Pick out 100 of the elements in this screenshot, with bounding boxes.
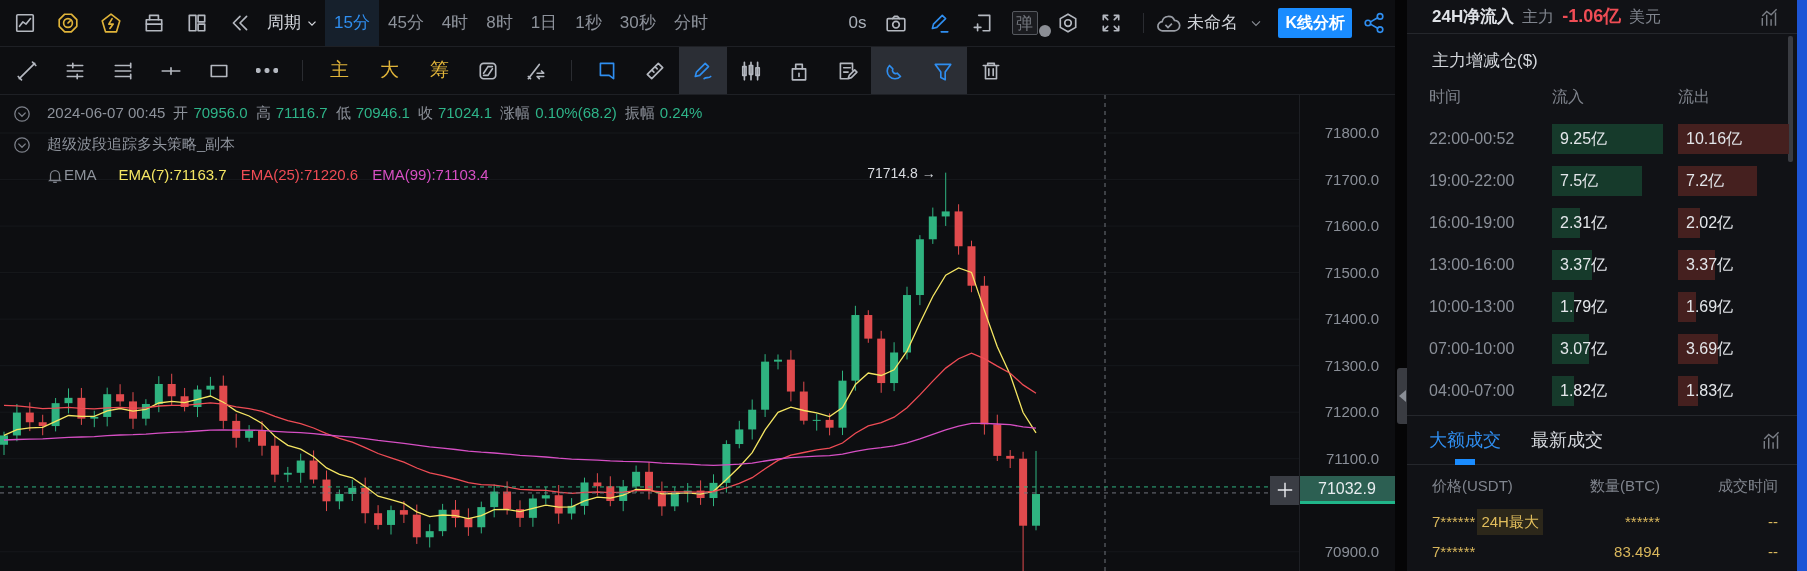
candlestick: [696, 479, 705, 506]
max-tag: 24H最大: [1477, 508, 1543, 536]
candlestick: [632, 465, 641, 494]
candlestick: [90, 410, 99, 428]
candlestick: [322, 470, 331, 512]
pen-icon: [692, 59, 714, 82]
filter-button[interactable]: [919, 47, 967, 94]
period-dropdown[interactable]: 周期: [261, 0, 325, 46]
panel-title: 24H净流入: [1432, 5, 1515, 28]
candlestick: [399, 500, 408, 524]
chevron-icon: [13, 135, 31, 154]
interval-tab[interactable]: 15分: [325, 0, 379, 46]
time-range: 16:00-19:00: [1429, 213, 1516, 233]
candlestick: [915, 234, 924, 306]
strategy-name: 超级波段追踪多头策略_副本: [47, 134, 236, 155]
candlestick: [528, 493, 537, 528]
candlestick: [0, 431, 8, 456]
time-range: 07:00-10:00: [1429, 339, 1516, 359]
net-flow-amount: -1.06亿: [1562, 5, 1622, 28]
quote-value: 0.10%(68.2): [535, 103, 617, 124]
time-range: 04:00-07:00: [1429, 381, 1516, 401]
price-tick: 71400.0: [1324, 310, 1379, 329]
candlestick: [438, 503, 447, 537]
trades-tab[interactable]: 最新成交: [1531, 415, 1603, 465]
ema-value: EMA(25):71220.6: [240, 165, 359, 186]
quote-label: 低: [335, 103, 351, 124]
price-tick: 71700.0: [1324, 170, 1379, 189]
candlestick: [670, 486, 679, 512]
interval-tab[interactable]: 4时: [432, 0, 478, 46]
quote-label: 开: [173, 103, 189, 124]
trade-time: --: [1767, 541, 1778, 562]
interval-tab[interactable]: 30秒: [610, 0, 665, 46]
candlestick: [51, 397, 60, 432]
candlestick: [735, 420, 744, 449]
trash-icon: [980, 59, 1002, 82]
outflow-value: 10.16亿: [1678, 124, 1789, 154]
popup-toggle-label: 弹: [1011, 11, 1038, 35]
candlestick: [38, 414, 47, 436]
candlestick: [270, 435, 279, 483]
candlestick: [503, 480, 512, 516]
trades-tab[interactable]: 大额成交: [1429, 415, 1501, 465]
scrollbar[interactable]: [1788, 36, 1793, 162]
column-header: 成交时间: [1717, 475, 1778, 496]
add-alert-button[interactable]: [1270, 475, 1299, 505]
interval-tab[interactable]: 1秒: [566, 0, 611, 46]
price-tick: 71500.0: [1324, 263, 1379, 282]
candlestick: [748, 399, 757, 440]
more-icon: [256, 68, 278, 73]
candlestick: [1006, 449, 1015, 469]
bolt-icon: [99, 12, 122, 34]
candlestick: [967, 240, 976, 293]
ema-value: EMA(7):71163.7: [118, 165, 227, 186]
interval-tab[interactable]: 1日: [521, 0, 567, 46]
quote-value: 0.24%: [659, 103, 703, 124]
candlestick: [954, 203, 963, 256]
analysis-button[interactable]: K线分析: [1278, 8, 1352, 38]
panel-toggle-handle[interactable]: [1397, 368, 1407, 424]
candlestick: [709, 473, 718, 507]
interval-tab[interactable]: 8时: [477, 0, 522, 46]
candlestick: [77, 387, 86, 426]
indicator-shortcut[interactable]: 大: [364, 47, 414, 94]
layout-name-dropdown[interactable]: 未命名: [1181, 0, 1271, 46]
candlestick: [141, 398, 150, 426]
candlestick: [567, 497, 576, 520]
indicator-shortcut[interactable]: 筹: [414, 47, 464, 94]
interval-tab[interactable]: 45分: [378, 0, 433, 46]
time-range: 22:00-00:52: [1429, 129, 1516, 149]
chevron-icon: [13, 104, 31, 123]
interval-tab[interactable]: 分时: [664, 0, 717, 46]
last-price-tag: 71032.9: [1300, 475, 1396, 504]
column-header: 数量(BTC): [1589, 475, 1660, 496]
candlestick: [348, 479, 357, 502]
ruler-icon: [644, 59, 666, 82]
candlestick: [645, 461, 653, 500]
quote-value: 71116.7: [275, 103, 328, 124]
line-tool-icon: [16, 59, 38, 82]
gauge-icon: [56, 12, 79, 34]
column-header: 价格(USDT): [1432, 475, 1514, 496]
candlestick: [451, 499, 460, 528]
candlestick: [64, 387, 73, 414]
candlestick: [335, 489, 344, 510]
indicator-shortcut[interactable]: 主: [314, 47, 364, 94]
candlestick: [941, 172, 950, 227]
price-tick: 71100.0: [1325, 449, 1379, 468]
candlestick: [245, 424, 254, 443]
candlestick: [825, 412, 834, 436]
share-icon: [1362, 12, 1385, 34]
candlestick: [877, 330, 886, 394]
pen-button[interactable]: [679, 47, 727, 94]
popup-toggle-button[interactable]: 弹: [1003, 0, 1047, 46]
column-header: 流出: [1678, 87, 1711, 107]
candlestick: [464, 507, 473, 537]
currency-unit: 美元: [1629, 6, 1662, 27]
peak-price-label: 71714.8 →: [867, 163, 936, 183]
line-chart-icon: [13, 12, 36, 34]
plus-icon: [1275, 481, 1294, 500]
candlestick: [206, 376, 215, 398]
quote-label: 振幅: [624, 103, 655, 124]
candlestick: [425, 523, 434, 548]
section-title: 主力增减仓($): [1431, 50, 1539, 72]
